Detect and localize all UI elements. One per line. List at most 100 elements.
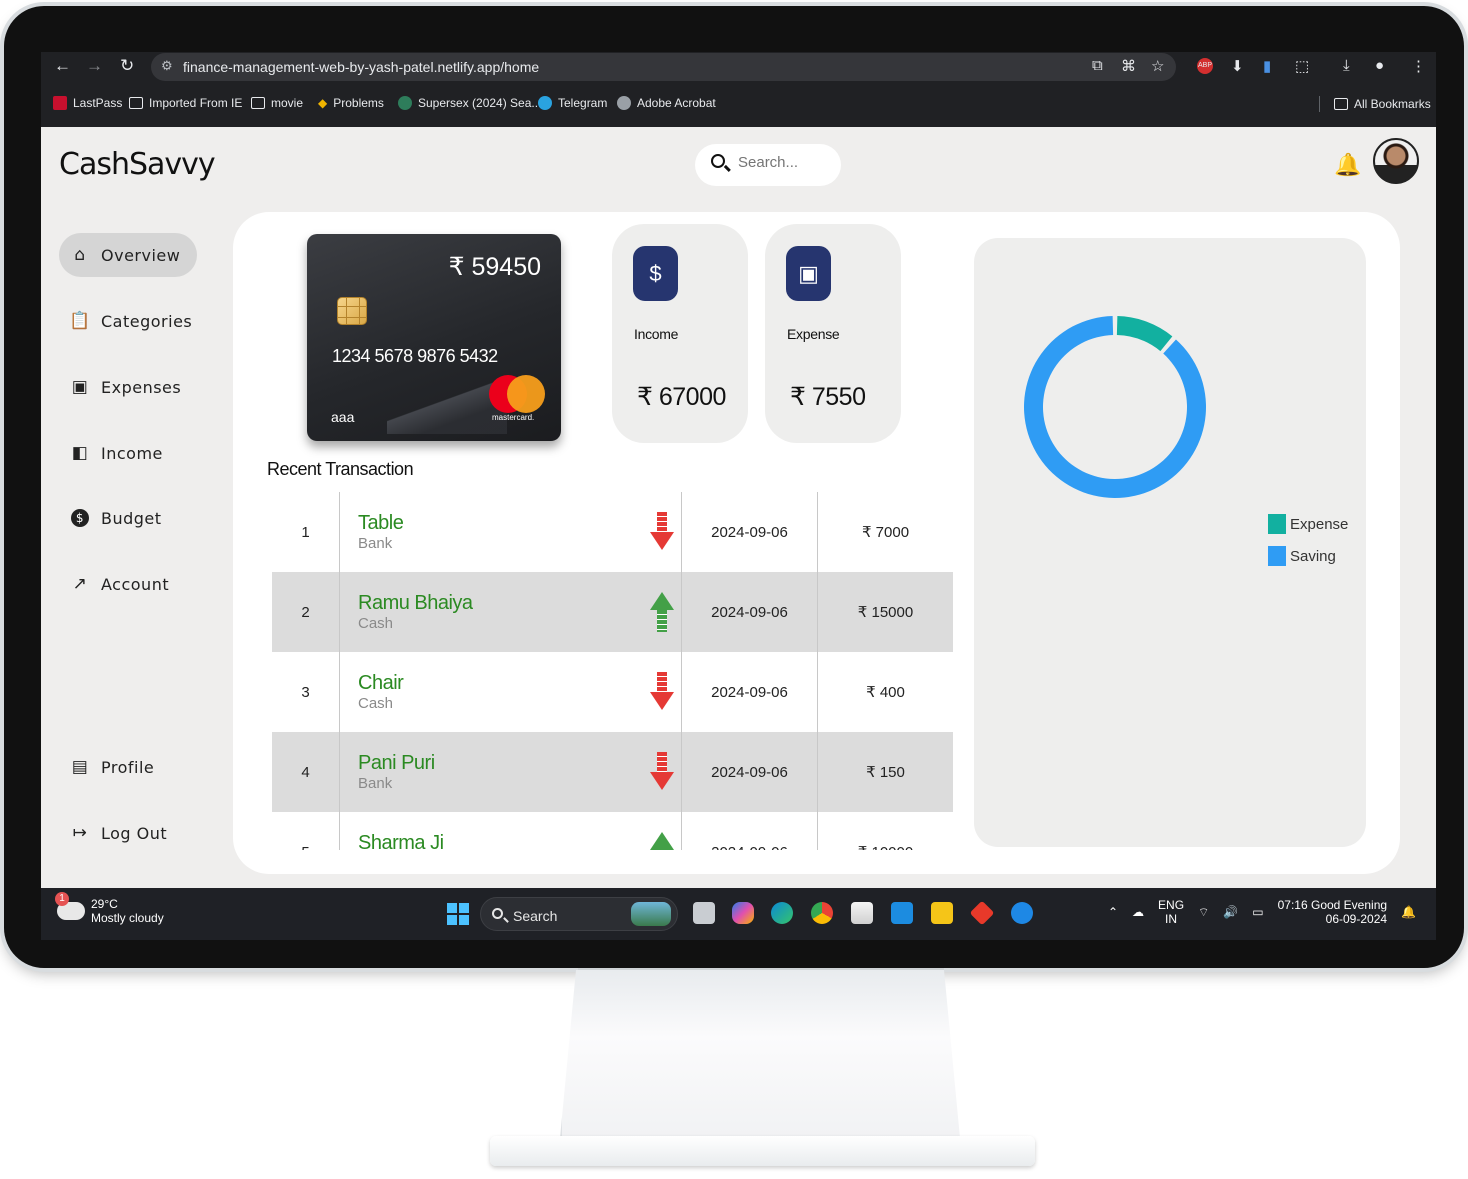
download-ext-icon[interactable]: ⬇ bbox=[1231, 57, 1244, 75]
forward-icon[interactable]: → bbox=[86, 56, 103, 76]
all-bookmarks[interactable]: All Bookmarks bbox=[1319, 96, 1431, 112]
bookmark-movie[interactable]: movie bbox=[251, 96, 303, 110]
extension-icon[interactable]: ▮ bbox=[1263, 57, 1271, 75]
table-row[interactable]: 1 Table Bank 2024-09-06 ₹ 7000 bbox=[272, 492, 953, 572]
downloads-icon[interactable]: ⤓ bbox=[1343, 57, 1350, 74]
bookmark-star-icon[interactable]: ☆ bbox=[1151, 57, 1164, 75]
legend-swatch-expense bbox=[1268, 514, 1286, 534]
chrome-icon[interactable] bbox=[811, 902, 833, 924]
transaction-amount: ₹ 10000 bbox=[818, 812, 953, 850]
globe-icon bbox=[617, 96, 631, 110]
weather-widget[interactable]: 1 29°C Mostly cloudy bbox=[55, 892, 164, 925]
vscode-icon[interactable] bbox=[891, 902, 913, 924]
logout-icon: ↦ bbox=[72, 823, 88, 843]
trend-icon: ↗ bbox=[72, 574, 88, 594]
expense-stat-card[interactable]: ▣ Expense ₹ 7550 bbox=[765, 224, 901, 443]
sidebar-item-account[interactable]: ↗ Account bbox=[59, 562, 197, 606]
row-index: 1 bbox=[272, 492, 340, 572]
clock[interactable]: 07:16 Good Evening 06-09-2024 bbox=[1278, 898, 1387, 926]
legend-item-expense[interactable]: Expense bbox=[1268, 514, 1348, 534]
notification-badge: 1 bbox=[55, 892, 69, 906]
table-row[interactable]: 4 Pani Puri Bank 2024-09-06 ₹ 150 bbox=[272, 732, 953, 812]
help-icon[interactable] bbox=[1011, 902, 1033, 924]
row-index: 2 bbox=[272, 572, 340, 652]
donut-slice-expense[interactable] bbox=[1116, 316, 1173, 352]
sidebar-item-logout[interactable]: ↦ Log Out bbox=[59, 811, 197, 855]
monitor-bezel: ← → ↻ ⚙ finance-management-web-by-yash-p… bbox=[4, 6, 1464, 968]
weather-text: Mostly cloudy bbox=[91, 911, 164, 925]
reload-icon[interactable]: ↻ bbox=[120, 56, 134, 76]
translate-icon[interactable]: ⌘ bbox=[1121, 57, 1136, 75]
table-row[interactable]: 2 Ramu Bhaiya Cash 2024-09-06 ₹ 15000 bbox=[272, 572, 953, 652]
battery-icon[interactable]: ▭ bbox=[1252, 905, 1263, 919]
monitor-stand-base bbox=[490, 1136, 1035, 1166]
avatar[interactable] bbox=[1373, 138, 1419, 184]
dollar-icon: $ bbox=[71, 509, 89, 527]
sidebar-item-categories[interactable]: 📋 Categories bbox=[59, 299, 197, 343]
chevron-up-icon[interactable]: ⌃ bbox=[1108, 905, 1118, 919]
wifi-icon[interactable]: ⌔ bbox=[1198, 905, 1209, 920]
legend-item-saving[interactable]: Saving bbox=[1268, 546, 1348, 566]
bookmark-problems[interactable]: ◆ Problems bbox=[318, 96, 384, 110]
transaction-name: Table bbox=[358, 512, 404, 534]
arrow-down-icon bbox=[650, 512, 674, 552]
sidebar-item-overview[interactable]: ⌂ Overview bbox=[59, 233, 197, 277]
address-bar[interactable]: ⚙ finance-management-web-by-yash-patel.n… bbox=[151, 53, 1176, 81]
task-view-icon[interactable] bbox=[693, 902, 715, 924]
row-index: 3 bbox=[272, 652, 340, 732]
edge-icon[interactable] bbox=[771, 902, 793, 924]
search-icon bbox=[492, 908, 503, 919]
bookmark-telegram[interactable]: Telegram bbox=[538, 96, 607, 110]
card-brand: mastercard. bbox=[492, 413, 535, 422]
store-icon[interactable] bbox=[851, 902, 873, 924]
donut-slice-saving[interactable] bbox=[1024, 316, 1206, 498]
bank-card[interactable]: ₹ 59450 1234 5678 9876 5432 aaa masterca… bbox=[307, 234, 561, 441]
clock-date: 06-09-2024 bbox=[1325, 912, 1388, 926]
income-stat-card[interactable]: $ Income ₹ 67000 bbox=[612, 224, 748, 443]
adblock-icon[interactable]: ABP bbox=[1197, 58, 1213, 74]
table-row[interactable]: 5 Sharma Ji 2024-09-06₹ 10000 bbox=[272, 812, 953, 850]
search-input[interactable] bbox=[738, 154, 833, 171]
income-label: Income bbox=[634, 326, 679, 342]
puzzle-icon[interactable]: ⬚ bbox=[1295, 57, 1309, 75]
sidebar-item-expenses[interactable]: ▣ Expenses bbox=[59, 365, 197, 409]
menu-icon[interactable]: ⋮ bbox=[1411, 57, 1426, 75]
transaction-table: 1 Table Bank 2024-09-06 ₹ 7000 2 Ramu Bhaiya Ca… bbox=[272, 492, 953, 850]
bookmark-label: Telegram bbox=[558, 96, 608, 110]
table-row[interactable]: 3 Chair Cash 2024-09-06 ₹ 400 bbox=[272, 652, 953, 732]
sidebar-item-budget[interactable]: $ Budget bbox=[59, 496, 197, 540]
language-indicator[interactable]: ENG IN bbox=[1158, 898, 1184, 926]
sidebar-item-profile[interactable]: ▤ Profile bbox=[59, 745, 197, 789]
taskbar-search[interactable]: Search bbox=[480, 897, 678, 931]
volume-icon[interactable]: 🔊 bbox=[1223, 905, 1238, 919]
site-icon bbox=[398, 96, 412, 110]
windows-start-icon[interactable] bbox=[447, 903, 469, 925]
git-icon[interactable] bbox=[969, 900, 995, 926]
transaction-date: 2024-09-06 bbox=[711, 523, 788, 541]
transaction-amount: ₹ 400 bbox=[866, 684, 905, 701]
bookmark-imported[interactable]: Imported From IE bbox=[129, 96, 242, 110]
bell-icon[interactable]: 🔔 bbox=[1334, 152, 1361, 178]
copilot-icon[interactable] bbox=[732, 902, 754, 924]
site-info-icon[interactable]: ⚙ bbox=[161, 58, 173, 74]
onedrive-icon[interactable]: ☁ bbox=[1132, 905, 1144, 919]
legend-swatch-saving bbox=[1268, 546, 1286, 566]
bookmark-lastpass[interactable]: LastPass bbox=[53, 96, 122, 110]
money-hand-icon: $ bbox=[633, 246, 678, 301]
notification-bell-icon[interactable]: 🔔 bbox=[1401, 905, 1416, 919]
bookmark-supersex[interactable]: Supersex (2024) Sea... bbox=[398, 96, 541, 110]
card-holder: aaa bbox=[331, 409, 355, 425]
install-icon[interactable]: ⧉ bbox=[1092, 57, 1103, 74]
profile-icon[interactable]: ● bbox=[1375, 57, 1384, 74]
url-text: finance-management-web-by-yash-patel.net… bbox=[183, 59, 540, 75]
transaction-name: Ramu Bhaiya bbox=[358, 592, 473, 614]
bookmark-acrobat[interactable]: Adobe Acrobat bbox=[617, 96, 716, 110]
home-icon: ⌂ bbox=[74, 245, 86, 265]
mastercard-logo-icon: mastercard. bbox=[489, 375, 545, 422]
file-explorer-icon[interactable] bbox=[931, 902, 953, 924]
back-icon[interactable]: ← bbox=[54, 56, 71, 76]
app-logo[interactable]: CashSavvy bbox=[59, 147, 216, 182]
sidebar-item-income[interactable]: ◧ Income bbox=[59, 431, 197, 475]
search-box[interactable] bbox=[695, 144, 841, 186]
transaction-date: 2024-09-06 bbox=[682, 812, 817, 851]
